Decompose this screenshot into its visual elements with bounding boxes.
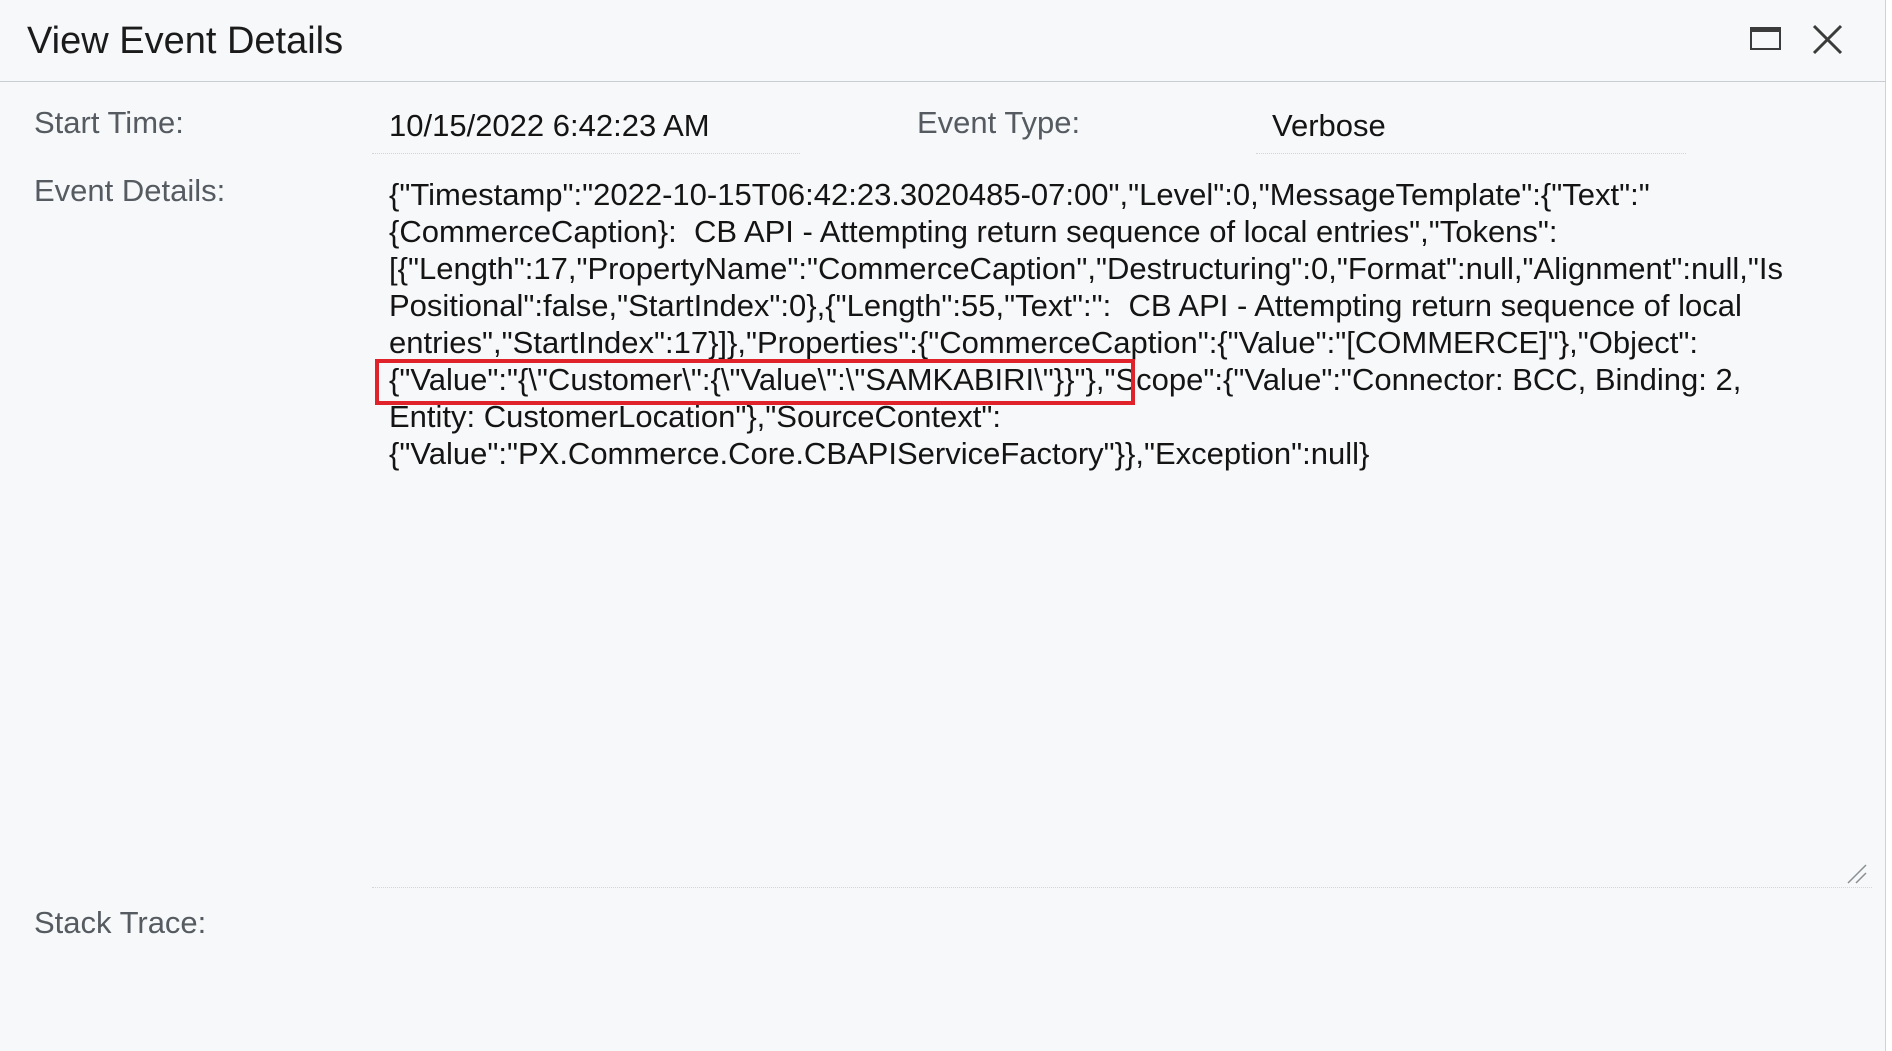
page-edge <box>1886 0 1892 1051</box>
event-details-line: {"Timestamp":"2022-10-15T06:42:23.302048… <box>389 177 1650 212</box>
close-icon <box>1812 24 1843 55</box>
event-details-line: entries","StartIndex":17}]},"Properties"… <box>389 325 1698 360</box>
event-details-line: {CommerceCaption}: CB API - Attempting r… <box>389 214 1558 249</box>
event-details-label: Event Details: <box>34 173 226 208</box>
event-details-line: {"Value":"PX.Commerce.Core.CBAPIServiceF… <box>389 436 1370 471</box>
event-type-label: Event Type: <box>917 105 1081 140</box>
event-details-dialog: View Event Details Start Time: 10/15/202… <box>0 0 1886 1051</box>
dialog-title: View Event Details <box>27 20 344 62</box>
event-type-value: Verbose <box>1272 108 1386 143</box>
event-details-line: [{"Length":17,"PropertyName":"CommerceCa… <box>389 251 1783 286</box>
start-time-underline <box>372 153 800 154</box>
event-details-line: Positional":false,"StartIndex":0},{"Leng… <box>389 288 1742 323</box>
event-type-underline <box>1256 153 1686 154</box>
start-time-value: 10/15/2022 6:42:23 AM <box>389 108 710 143</box>
stack-trace-label: Stack Trace: <box>34 905 207 940</box>
dialog-header: View Event Details <box>0 0 1886 82</box>
start-time-label: Start Time: <box>34 105 184 140</box>
event-details-underline <box>372 887 1872 888</box>
event-details-line: {"Value":"{\"Customer\":{\"Value\":\"SAM… <box>389 362 1742 397</box>
close-button[interactable] <box>1808 20 1848 60</box>
event-details-textarea[interactable]: {"Timestamp":"2022-10-15T06:42:23.302048… <box>372 176 1872 886</box>
resize-grip-icon[interactable] <box>1846 863 1868 885</box>
maximize-button[interactable] <box>1746 22 1786 56</box>
event-details-line: Entity: CustomerLocation"},"SourceContex… <box>389 399 1001 434</box>
maximize-icon <box>1750 27 1781 50</box>
